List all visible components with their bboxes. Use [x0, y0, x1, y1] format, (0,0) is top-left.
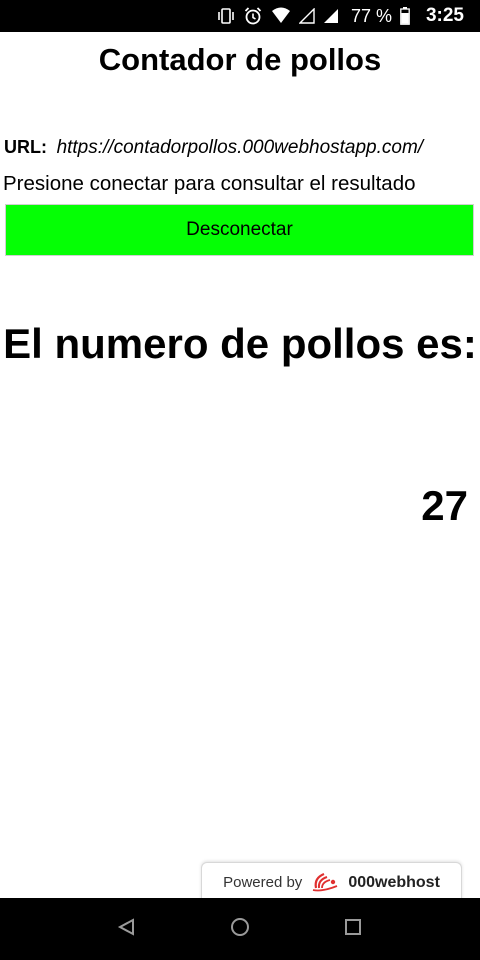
alarm-icon — [243, 6, 263, 26]
back-button[interactable] — [107, 909, 147, 949]
page-title: Contador de pollos — [98, 42, 382, 77]
home-button[interactable] — [220, 909, 260, 949]
web-content: Contador de pollos URL: https://contador… — [0, 32, 480, 902]
result-value: 27 — [421, 482, 468, 529]
status-bar: 77 % 3:25 — [0, 0, 480, 32]
result-heading: El numero de pollos es: — [3, 320, 477, 367]
powered-by-text: Powered by — [223, 874, 303, 891]
connect-button[interactable]: Desconectar — [5, 204, 474, 256]
powered-by-badge[interactable]: Powered by 000webhost — [201, 862, 462, 902]
url-row: URL: https://contadorpollos.000webhostap… — [4, 136, 480, 159]
clock: 3:25 — [425, 5, 464, 26]
instruction-text: Presione conectar para consultar el resu… — [3, 172, 416, 195]
url-label: URL: — [4, 137, 47, 157]
home-icon — [229, 916, 251, 943]
vibrate-icon — [217, 6, 235, 26]
navigation-bar — [0, 898, 480, 960]
battery-percentage: 77 % — [350, 5, 392, 26]
signal-empty-icon — [298, 6, 315, 26]
powered-by-brand: 000webhost — [348, 873, 440, 891]
wifi-icon — [271, 6, 291, 26]
battery-icon — [400, 6, 410, 26]
connect-button-label: Desconectar — [186, 219, 293, 240]
recents-icon — [343, 917, 363, 942]
000webhost-logo-icon — [310, 870, 340, 896]
url-value: https://contadorpollos.000webhostapp.com… — [56, 137, 424, 158]
signal-icon — [323, 6, 339, 26]
recents-button[interactable] — [333, 909, 373, 949]
back-icon — [117, 917, 137, 942]
